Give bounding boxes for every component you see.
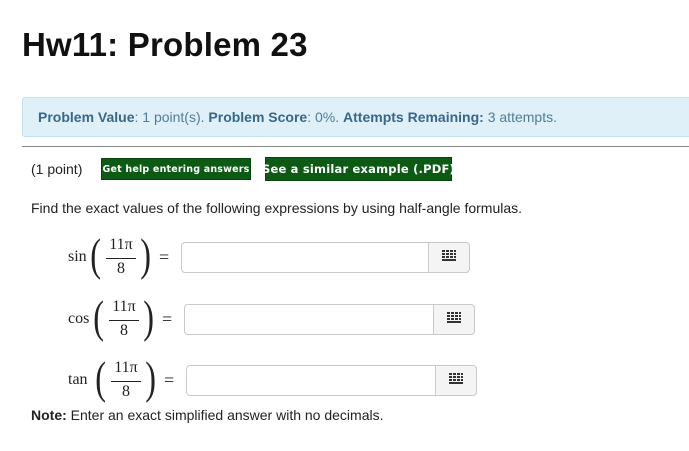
page-title: Hw11: Problem 23 <box>22 26 308 63</box>
equals-sign: = <box>164 370 175 390</box>
attempts-remaining-label: Attempts Remaining: <box>343 109 484 125</box>
answer-input-sin[interactable] <box>181 242 429 273</box>
function-name: tan <box>68 371 88 388</box>
fraction-numerator: 11π <box>109 236 133 253</box>
attempts-remaining-text: 3 attempts. <box>483 109 557 125</box>
fraction-denominator: 8 <box>120 322 128 339</box>
right-paren: ) <box>143 291 155 342</box>
answer-input-tan[interactable] <box>186 365 436 396</box>
fraction-bar <box>111 381 141 382</box>
left-paren: ( <box>90 229 102 280</box>
grid-icon <box>447 311 461 329</box>
equals-sign: = <box>159 247 170 267</box>
problem-info-banner: Problem Value: 1 point(s). Problem Score… <box>22 97 689 137</box>
problem-value-label: Problem Value <box>38 109 135 125</box>
fraction-denominator: 8 <box>122 383 130 400</box>
grid-icon <box>442 249 456 267</box>
math-palette-button[interactable] <box>428 242 470 273</box>
grid-icon <box>449 372 463 390</box>
divider <box>22 146 689 147</box>
problem-score-label: Problem Score <box>208 109 308 125</box>
problem-value-text: : 1 point(s). <box>134 109 205 125</box>
right-paren: ) <box>140 229 152 280</box>
expression-row-cos: cos ( 11π 8 ) = <box>0 291 689 356</box>
equals-sign: = <box>162 309 173 329</box>
function-name: cos <box>68 310 90 327</box>
similar-example-button[interactable]: See a similar example (.PDF) <box>262 157 455 181</box>
function-name: sin <box>68 248 87 265</box>
note-text: Enter an exact simplified answer with no… <box>66 407 384 423</box>
problem-points: (1 point) <box>31 161 83 177</box>
expression-row-sin: sin ( 11π 8 ) = <box>0 229 689 294</box>
note: Note: Enter an exact simplified answer w… <box>31 407 383 423</box>
fraction-bar <box>109 320 139 321</box>
right-paren: ) <box>145 352 157 403</box>
left-paren: ( <box>93 291 105 342</box>
problem-score-text: : 0%. <box>307 109 340 125</box>
fraction-denominator: 8 <box>117 260 125 277</box>
note-label: Note: <box>31 407 67 423</box>
answer-input-cos[interactable] <box>184 304 434 335</box>
help-entering-answers-button[interactable]: Get help entering answers <box>101 158 251 180</box>
math-palette-button[interactable] <box>435 365 477 396</box>
fraction-numerator: 11π <box>112 298 136 315</box>
problem-instruction: Find the exact values of the following e… <box>31 200 523 216</box>
fraction-bar <box>106 258 136 259</box>
left-paren: ( <box>95 352 107 403</box>
math-palette-button[interactable] <box>433 304 475 335</box>
fraction-numerator: 11π <box>114 359 138 376</box>
